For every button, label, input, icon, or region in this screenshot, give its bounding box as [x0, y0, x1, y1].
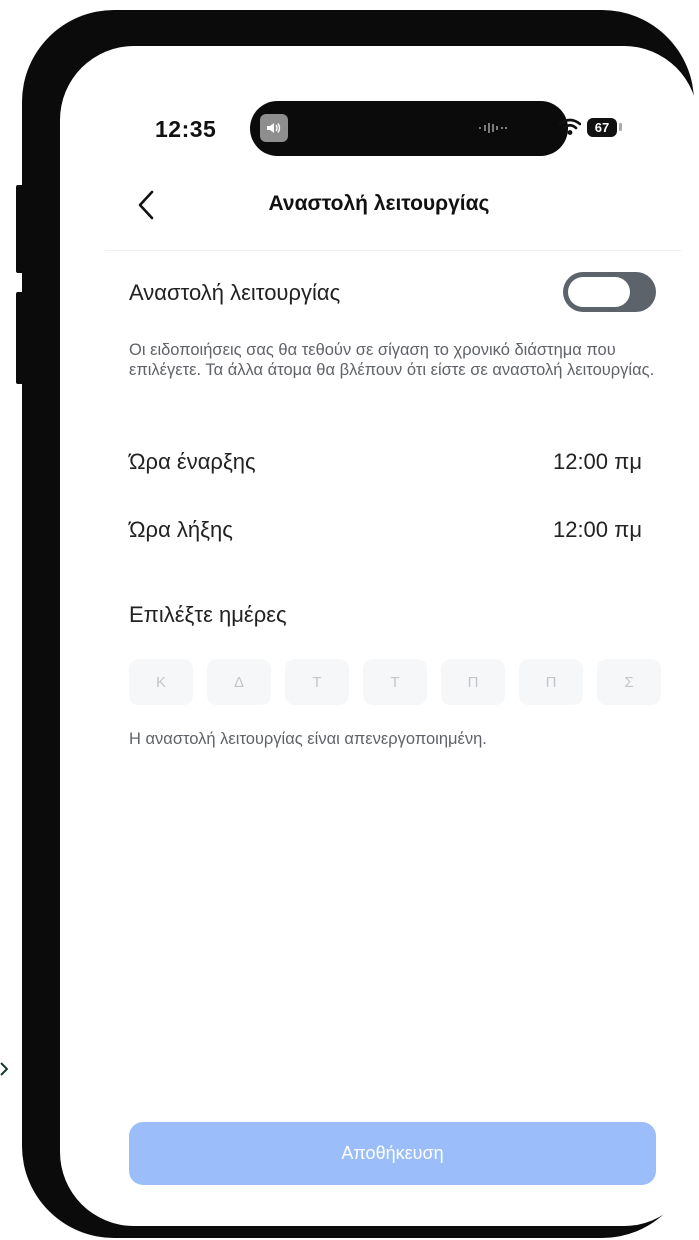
- pause-toggle-knob: [568, 277, 630, 307]
- day-button-monday[interactable]: Δ: [207, 659, 271, 705]
- save-button[interactable]: Αποθήκευση: [129, 1122, 656, 1185]
- day-button-friday[interactable]: Π: [519, 659, 583, 705]
- screen: 12:35 67 Αναστολή λειτουργίας Αναστολή λ…: [60, 46, 698, 1226]
- battery-icon: 67: [587, 118, 617, 137]
- battery-tip: [619, 123, 622, 131]
- start-time-label: Ώρα έναρξης: [129, 449, 256, 474]
- day-button-wednesday[interactable]: Τ: [363, 659, 427, 705]
- end-time-label: Ώρα λήξης: [129, 517, 233, 542]
- stage: 12:35 67 Αναστολή λειτουργίας Αναστολή λ…: [0, 0, 699, 1240]
- end-time-value[interactable]: 12:00 πμ: [442, 517, 642, 543]
- day-button-thursday[interactable]: Π: [441, 659, 505, 705]
- day-selector: Κ Δ Τ Τ Π Π Σ: [129, 659, 661, 705]
- chevron-right-icon: [0, 1062, 8, 1076]
- pause-label: Αναστολή λειτουργίας: [129, 280, 341, 305]
- header-divider: [105, 250, 681, 251]
- status-time: 12:35: [155, 116, 217, 142]
- status-note: Η αναστολή λειτουργίας είναι απενεργοποι…: [129, 730, 487, 748]
- dynamic-island: [250, 101, 568, 156]
- page-title: Αναστολή λειτουργίας: [268, 192, 490, 215]
- speaker-icon: [260, 114, 288, 142]
- day-button-sunday[interactable]: Κ: [129, 659, 193, 705]
- day-button-saturday[interactable]: Σ: [597, 659, 661, 705]
- audio-level-icon: [479, 123, 507, 133]
- days-label: Επιλέξτε ημέρες: [129, 602, 287, 627]
- wifi-icon: [559, 118, 581, 135]
- day-button-tuesday[interactable]: Τ: [285, 659, 349, 705]
- phone-frame: 12:35 67 Αναστολή λειτουργίας Αναστολή λ…: [22, 10, 698, 1238]
- pause-description: Οι ειδοποιήσεις σας θα τεθούν σε σίγαση …: [129, 341, 655, 379]
- start-time-value[interactable]: 12:00 πμ: [442, 449, 642, 475]
